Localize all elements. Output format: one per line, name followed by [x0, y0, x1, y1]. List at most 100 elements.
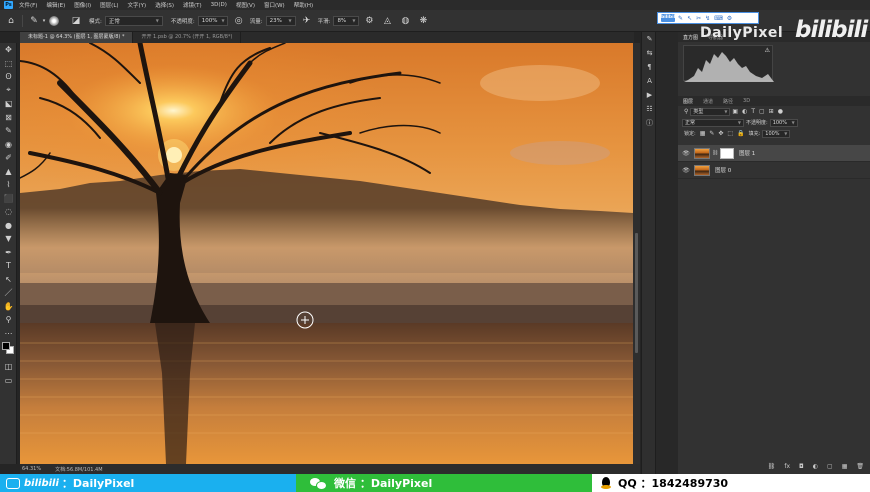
menu-help[interactable]: 帮助(H) [294, 1, 313, 9]
tab-paths[interactable]: 路径 [718, 98, 738, 105]
trash-icon[interactable]: 🗑 [856, 463, 864, 470]
smoothing-input[interactable]: 8% ▼ [333, 15, 360, 26]
pen-tool-icon[interactable]: ✒ [0, 246, 17, 260]
flow-input[interactable]: 23% ▼ [265, 15, 296, 26]
healing-tool-icon[interactable]: ◉ [0, 138, 17, 152]
quick-select-tool-icon[interactable]: ⌖ [0, 84, 17, 98]
character-panel-icon[interactable]: A [642, 74, 657, 88]
pressure-size-icon[interactable]: ◍ [398, 14, 412, 28]
menu-edit[interactable]: 编辑(E) [46, 1, 65, 9]
lock-transparency-icon[interactable]: ▦ [700, 130, 706, 137]
angle-icon[interactable]: ◬ [380, 14, 394, 28]
link-icon[interactable]: ⛓ [712, 150, 718, 156]
color-swatches[interactable] [0, 340, 17, 360]
quick-mask-icon[interactable]: ◫ [0, 360, 17, 374]
dodge-tool-icon[interactable]: ▼ [0, 232, 17, 246]
properties-panel-icon[interactable]: ☷ [642, 102, 657, 116]
filter-toggle-icon[interactable]: ● [778, 108, 783, 115]
layer-row[interactable]: 👁 图层 0 [678, 162, 870, 179]
lock-pixels-icon[interactable]: ✎ [709, 130, 714, 137]
document-canvas[interactable] [20, 43, 633, 464]
menu-select[interactable]: 选择(S) [155, 1, 174, 9]
pressure-opacity-icon[interactable]: ◎ [232, 14, 246, 28]
layer-mask-thumbnail[interactable] [720, 147, 734, 159]
lock-artboard-icon[interactable]: ⬚ [727, 130, 733, 137]
opacity-input[interactable]: 100% ▼ [197, 15, 228, 26]
brush-tool-icon[interactable]: ✎ [27, 14, 41, 28]
filter-adjustment-icon[interactable]: ◐ [742, 108, 747, 115]
new-group-icon[interactable]: ▢ [827, 463, 833, 470]
zoom-tool-icon[interactable]: ⚲ [0, 313, 17, 327]
filter-shape-icon[interactable]: ▢ [759, 108, 765, 115]
add-style-icon[interactable]: fx [784, 463, 790, 470]
paragraph-panel-icon[interactable]: ¶ [642, 60, 657, 74]
tab-layers[interactable]: 图层 [678, 98, 698, 105]
gear-icon[interactable]: ⚙ [727, 15, 732, 22]
layer-filter-select[interactable]: 类型 ▼ [690, 107, 731, 116]
gradient-tool-icon[interactable]: ◌ [0, 205, 17, 219]
menu-file[interactable]: 文件(F) [19, 1, 37, 9]
history-brush-tool-icon[interactable]: ⌇ [0, 178, 17, 192]
menu-view[interactable]: 视图(V) [236, 1, 255, 9]
layer-name[interactable]: 图层 1 [739, 149, 755, 157]
menu-window[interactable]: 窗口(W) [264, 1, 285, 9]
symmetry-icon[interactable]: ❋ [416, 14, 430, 28]
home-icon[interactable]: ⌂ [4, 14, 18, 28]
menu-layer[interactable]: 图层(L) [100, 1, 118, 9]
line-tool-icon[interactable]: ／ [0, 286, 17, 300]
pen-icon[interactable]: ✎ [678, 15, 683, 22]
hand-tool-icon[interactable]: ✋ [0, 300, 17, 314]
blend-mode-select[interactable]: 正常 ▼ [682, 118, 744, 127]
tab-document-2[interactable]: 开开 1.psb @ 20.7% (开开 1, RGB/8*) [133, 32, 242, 43]
menu-filter[interactable]: 滤镜(T) [183, 1, 202, 9]
fill-input[interactable]: 100% ▼ [762, 129, 791, 138]
brush-tool-icon[interactable]: ✐ [0, 151, 17, 165]
brush-panel-icon[interactable]: ✎ [642, 32, 657, 46]
zoom-level[interactable]: 64.31% [22, 466, 41, 472]
airbrush-icon[interactable]: ✈ [300, 14, 314, 28]
swap-panel-icon[interactable]: ⇆ [642, 46, 657, 60]
layer-row[interactable]: 👁 ⛓ 图层 1 [678, 145, 870, 162]
type-tool-icon[interactable]: T [0, 259, 17, 273]
cache-warning-icon[interactable]: ⚠ [765, 47, 770, 54]
lock-position-icon[interactable]: ✥ [718, 130, 723, 137]
scrollbar-thumb[interactable] [635, 233, 638, 353]
blur-tool-icon[interactable]: ● [0, 219, 17, 233]
menu-type[interactable]: 文字(Y) [128, 1, 147, 9]
bolt-icon[interactable]: ↯ [705, 15, 710, 22]
filter-smart-icon[interactable]: ⊞ [769, 108, 774, 115]
tab-3d[interactable]: 3D [738, 98, 755, 104]
move-tool-icon[interactable]: ✥ [0, 43, 17, 57]
marquee-tool-icon[interactable]: ⬚ [0, 57, 17, 71]
layer-opacity-input[interactable]: 100% ▼ [769, 118, 798, 127]
gear-icon[interactable]: ⚙ [362, 14, 376, 28]
foreground-color-swatch[interactable] [2, 342, 10, 350]
new-layer-icon[interactable]: ▦ [842, 463, 848, 470]
eyedropper-tool-icon[interactable]: ✎ [0, 124, 17, 138]
brush-settings-icon[interactable]: ◪ [69, 14, 83, 28]
lasso-tool-icon[interactable]: ʘ [0, 70, 17, 84]
brush-preset-picker[interactable] [47, 14, 61, 28]
mode-select[interactable]: 正常 ▼ [104, 15, 163, 26]
crop-tool-icon[interactable]: ⬕ [0, 97, 17, 111]
pointer-icon[interactable]: ↖ [687, 15, 692, 22]
layer-name[interactable]: 图层 0 [715, 166, 731, 174]
menu-3d[interactable]: 3D(D) [211, 2, 227, 8]
eye-icon[interactable]: 👁 [681, 167, 691, 174]
filter-type-icon[interactable]: T [751, 108, 755, 115]
tab-channels[interactable]: 通道 [698, 98, 718, 105]
more-tools-icon[interactable]: ⋯ [0, 327, 17, 341]
document-size[interactable]: 文档:56.8M/101.4M [55, 466, 102, 473]
info-panel-icon[interactable]: ⓘ [642, 116, 657, 130]
eraser-tool-icon[interactable]: ⬛ [0, 192, 17, 206]
keyboard-icon[interactable]: ⌨ [714, 15, 723, 22]
scissors-icon[interactable]: ✂ [696, 15, 701, 22]
filter-pixel-icon[interactable]: ▣ [732, 108, 738, 115]
lock-all-icon[interactable]: 🔒 [737, 130, 744, 137]
actions-panel-icon[interactable]: ▶ [642, 88, 657, 102]
add-mask-icon[interactable]: ◘ [799, 463, 804, 470]
menu-image[interactable]: 图像(I) [74, 1, 91, 9]
path-select-tool-icon[interactable]: ↖ [0, 273, 17, 287]
frame-tool-icon[interactable]: ⊠ [0, 111, 17, 125]
eye-icon[interactable]: 👁 [681, 150, 691, 157]
